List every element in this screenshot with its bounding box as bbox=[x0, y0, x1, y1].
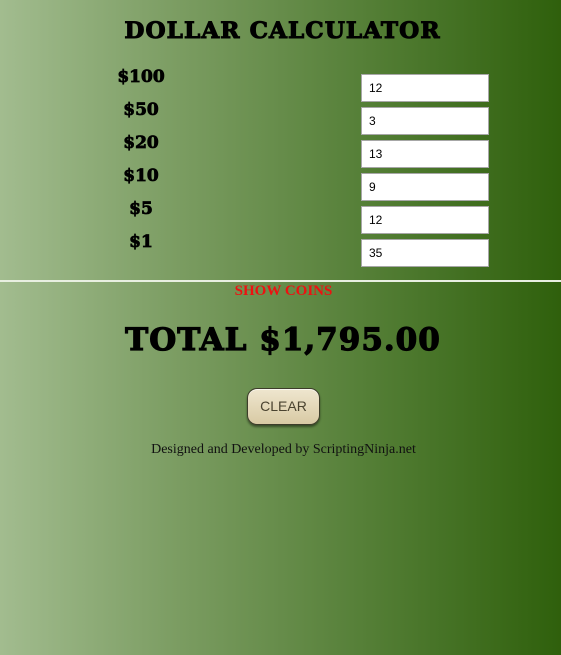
show-coins-link[interactable]: SHOW COINS bbox=[0, 283, 561, 300]
total-display: Total $1,795.00 bbox=[125, 321, 441, 358]
denomination-row-1: $1 bbox=[0, 232, 561, 268]
denomination-input-20[interactable] bbox=[361, 140, 489, 168]
denomination-row-50: $50 bbox=[0, 100, 561, 136]
denomination-row-5: $5 bbox=[0, 199, 561, 235]
denomination-row-20: $20 bbox=[0, 133, 561, 169]
clear-button[interactable]: CLEAR bbox=[247, 388, 320, 425]
denomination-list: $100 $50 $20 $10 $5 $1 bbox=[0, 0, 561, 280]
denomination-label-1: $1 bbox=[129, 232, 153, 253]
denomination-input-10[interactable] bbox=[361, 173, 489, 201]
denomination-row-10: $10 bbox=[0, 166, 561, 202]
denomination-label-20: $20 bbox=[123, 133, 159, 154]
denomination-label-10: $10 bbox=[123, 166, 159, 187]
denomination-input-100[interactable] bbox=[361, 74, 489, 102]
denomination-label-100: $100 bbox=[117, 67, 165, 88]
denomination-row-100: $100 bbox=[0, 67, 561, 103]
denomination-input-5[interactable] bbox=[361, 206, 489, 234]
section-divider bbox=[0, 280, 561, 282]
footer-credit: Designed and Developed by ScriptingNinja… bbox=[151, 442, 416, 457]
denomination-label-50: $50 bbox=[123, 100, 159, 121]
denomination-input-50[interactable] bbox=[361, 107, 489, 135]
denomination-label-5: $5 bbox=[129, 199, 153, 220]
denomination-input-1[interactable] bbox=[361, 239, 489, 267]
